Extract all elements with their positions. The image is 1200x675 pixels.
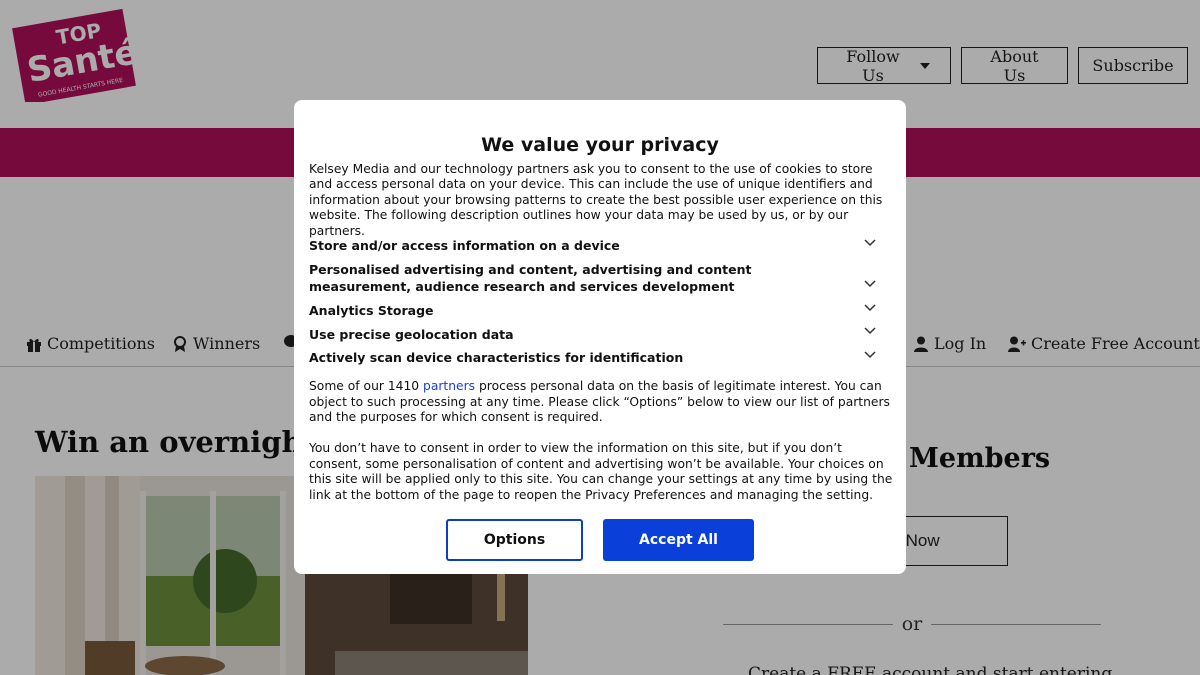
purpose-label: Personalised advertising and content, ad… [309,262,752,294]
partners-link[interactable]: partners [423,379,475,393]
purpose-item-personalised-advertising[interactable]: Personalised advertising and content, ad… [309,261,894,295]
purpose-item-analytics-storage[interactable]: Analytics Storage [309,302,894,319]
partners-text-before: Some of our 1410 [309,379,424,393]
chevron-down-icon [864,304,876,312]
chevron-down-icon [864,239,876,247]
purpose-label: Store and/or access information on a dev… [309,238,620,253]
privacy-consent-dialog: We value your privacy Kelsey Media and o… [294,100,906,574]
chevron-down-icon [864,280,876,288]
chevron-down-icon [864,327,876,335]
no-consent-paragraph: You don’t have to consent in order to vi… [309,441,893,502]
purpose-label: Analytics Storage [309,303,434,318]
purpose-item-device-scan[interactable]: Actively scan device characteristics for… [309,349,894,366]
purpose-label: Actively scan device characteristics for… [309,350,684,365]
dialog-title: We value your privacy [481,134,719,156]
accept-all-button[interactable]: Accept All [603,519,754,561]
purpose-item-geolocation[interactable]: Use precise geolocation data [309,326,894,343]
options-button[interactable]: Options [446,519,583,561]
partners-paragraph: Some of our 1410 partners process person… [309,379,894,426]
purpose-label: Use precise geolocation data [309,327,514,342]
purpose-item-store-access[interactable]: Store and/or access information on a dev… [309,237,894,254]
dialog-intro-text: Kelsey Media and our technology partners… [309,162,883,238]
chevron-down-icon [864,351,876,359]
